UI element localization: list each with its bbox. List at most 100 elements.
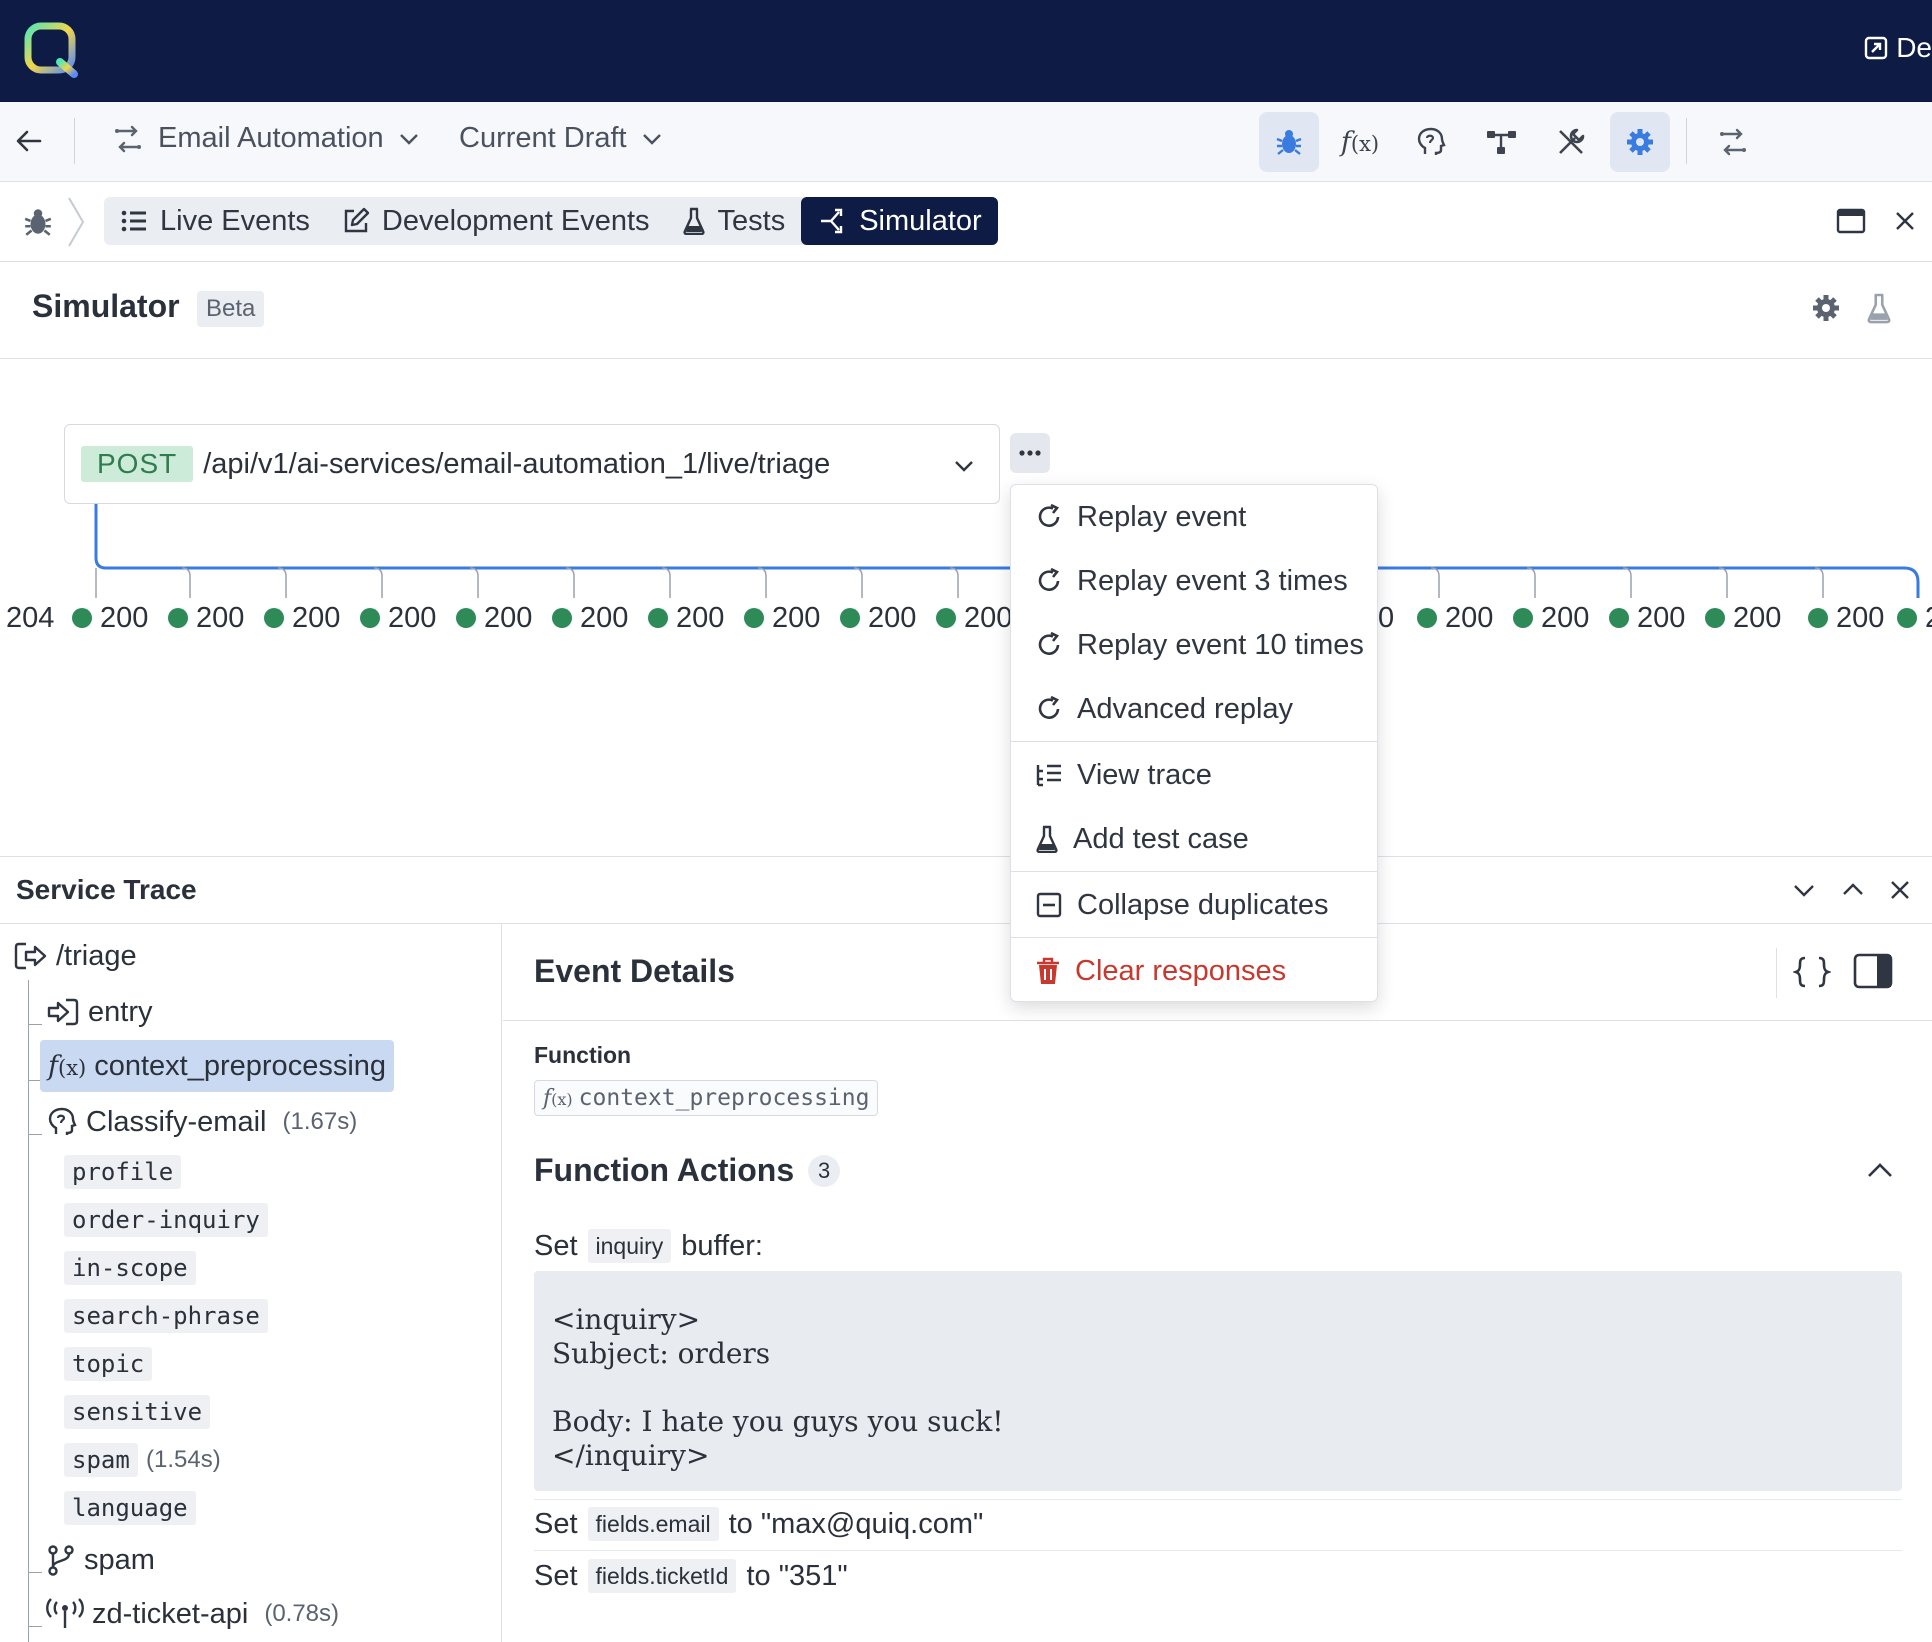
menu-item-advanced-replay[interactable]: Advanced replay — [1011, 679, 1377, 739]
arrow-left-icon — [16, 130, 42, 152]
function-label: Function — [534, 1042, 632, 1068]
function-name-chip[interactable]: f(x) context_preprocessing — [534, 1080, 879, 1116]
breadcrumb-chevron-icon — [66, 196, 86, 248]
success-dot — [648, 608, 668, 628]
more-actions-button[interactable] — [1010, 433, 1050, 473]
response-chip[interactable]: 200 — [452, 598, 537, 638]
trace-node-context-preprocessing[interactable]: f(x) context_preprocessing — [40, 1040, 395, 1092]
response-chip[interactable]: 200 — [932, 598, 1017, 638]
replay-icon — [1038, 567, 1060, 591]
action-row: Set inquiry buffer: — [534, 1226, 763, 1266]
response-chip[interactable]: 200 — [68, 598, 153, 638]
classify-output-tag[interactable]: profile — [64, 1155, 182, 1189]
tab-live-events[interactable]: Live Events — [104, 197, 326, 245]
top-navigation-bar — [0, 0, 1932, 102]
success-dot — [1897, 608, 1917, 628]
classify-output-tag[interactable]: order-inquiry — [64, 1203, 268, 1237]
toggle-sidebar-button[interactable] — [1853, 953, 1893, 989]
menu-item-view-trace[interactable]: View trace — [1011, 745, 1377, 805]
success-dot — [168, 608, 188, 628]
external-link[interactable]: De — [1864, 30, 1932, 66]
tab-development-events[interactable]: Development Events — [326, 197, 666, 245]
success-dot — [264, 608, 284, 628]
tab-tests[interactable]: Tests — [666, 197, 802, 245]
classify-output-tag[interactable]: language — [64, 1491, 196, 1525]
close-icon — [1896, 212, 1914, 230]
menu-separator — [1011, 871, 1377, 872]
flow-icon — [1720, 128, 1746, 156]
action-field: fields.email — [587, 1507, 719, 1541]
network-icon — [1487, 131, 1516, 154]
graph-button[interactable] — [1471, 112, 1531, 172]
response-chip[interactable]: 200 — [740, 598, 825, 638]
maximize-button[interactable] — [1836, 207, 1866, 235]
response-chip[interactable]: 204 — [2, 598, 59, 638]
response-chip[interactable]: 2 — [1893, 598, 1932, 638]
flow-button[interactable] — [1703, 112, 1763, 172]
response-chip[interactable]: 0 — [1378, 598, 1395, 638]
classify-output-tag[interactable]: spam — [64, 1443, 138, 1477]
trace-node-classify-email[interactable]: Classify-email (1.67s) — [46, 1100, 357, 1144]
app-logo[interactable] — [24, 22, 84, 80]
response-chip[interactable]: 200 — [1701, 598, 1786, 638]
trace-expand-button[interactable] — [1841, 878, 1865, 902]
tab-label: Development Events — [381, 204, 650, 237]
status-code: 0 — [1378, 601, 1395, 634]
endpoint-select[interactable]: POST /api/v1/ai-services/email-automatio… — [64, 424, 1000, 504]
success-dot — [744, 608, 764, 628]
menu-item-replay-10[interactable]: Replay event 10 times — [1011, 615, 1377, 675]
response-chip[interactable]: 200 — [260, 598, 345, 638]
response-chip[interactable]: 200 — [1413, 598, 1498, 638]
functions-button[interactable]: f(x) — [1330, 112, 1390, 172]
tools-button[interactable] — [1541, 112, 1601, 172]
response-chip[interactable]: 200 — [548, 598, 633, 638]
node-label: Classify-email — [86, 1105, 267, 1138]
page-title: Simulator — [32, 288, 180, 324]
response-chip[interactable]: 200 — [836, 598, 921, 638]
menu-item-replay-event[interactable]: Replay event — [1011, 487, 1377, 547]
settings-button[interactable] — [1610, 112, 1670, 172]
flask-icon — [1867, 293, 1891, 324]
simulator-tests-button[interactable] — [1866, 292, 1892, 324]
trash-icon — [1037, 957, 1059, 984]
toolbar-divider-right — [1686, 118, 1687, 164]
response-chip[interactable]: 200 — [356, 598, 441, 638]
response-chip[interactable]: 200 — [1605, 598, 1690, 638]
menu-item-clear-responses[interactable]: Clear responses — [1011, 941, 1377, 1001]
close-panel-button[interactable] — [1893, 209, 1917, 233]
trace-close-button[interactable] — [1888, 878, 1912, 902]
menu-item-replay-3[interactable]: Replay event 3 times — [1011, 551, 1377, 611]
simulator-settings-button[interactable] — [1810, 292, 1842, 324]
classify-output-tag[interactable]: search-phrase — [64, 1299, 268, 1333]
ai-button[interactable] — [1401, 112, 1461, 172]
project-selector[interactable]: Email Automation — [112, 122, 420, 155]
classify-output-tag[interactable]: in-scope — [64, 1251, 196, 1285]
menu-item-add-test-case[interactable]: Add test case — [1011, 809, 1377, 869]
service-trace-header — [0, 856, 1932, 924]
response-chip[interactable]: 200 — [1509, 598, 1594, 638]
trace-node-root[interactable]: /triage — [14, 934, 137, 978]
view-json-button[interactable] — [1793, 955, 1831, 989]
trace-node-zd-ticket-api[interactable]: zd-ticket-api (0.78s) — [46, 1592, 339, 1636]
menu-item-collapse-duplicates[interactable]: Collapse duplicates — [1011, 875, 1377, 935]
branch-icon — [48, 1545, 74, 1576]
list-icon — [121, 210, 146, 232]
collapse-actions-button[interactable] — [1866, 1158, 1894, 1182]
trace-collapse-button[interactable] — [1792, 878, 1816, 902]
tab-simulator[interactable]: Simulator — [801, 197, 998, 245]
trace-node-entry[interactable]: entry — [46, 990, 152, 1034]
trace-node-spam[interactable]: spam — [46, 1538, 155, 1582]
success-dot — [1609, 608, 1629, 628]
classify-output-tag[interactable]: topic — [64, 1347, 153, 1381]
classify-output-tag[interactable]: sensitive — [64, 1395, 211, 1429]
function-name: context_preprocessing — [578, 1085, 870, 1111]
sidebar-icon — [1853, 953, 1893, 989]
menu-item-label: Replay event 3 times — [1077, 564, 1348, 597]
back-button[interactable] — [14, 126, 44, 156]
response-chip[interactable]: 200 — [164, 598, 249, 638]
debug-button[interactable] — [1259, 112, 1319, 172]
tab-label: Simulator — [859, 204, 982, 237]
response-chip[interactable]: 200 — [1804, 598, 1889, 638]
version-selector[interactable]: Current Draft — [459, 122, 663, 155]
response-chip[interactable]: 200 — [644, 598, 729, 638]
